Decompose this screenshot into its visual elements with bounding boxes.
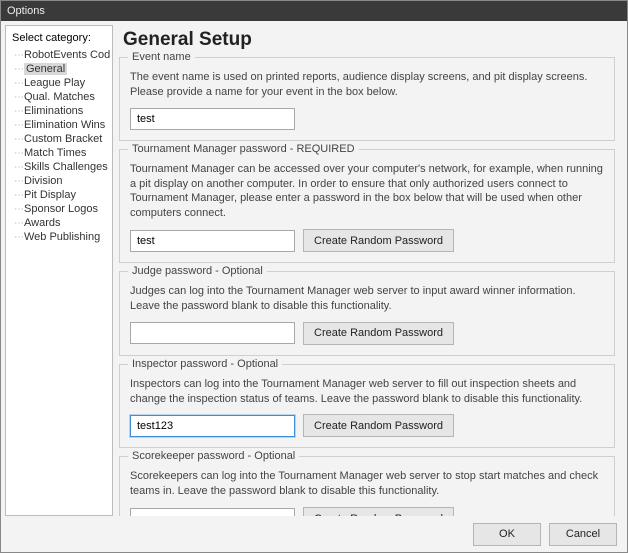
category-item[interactable]: ⋯Qual. Matches xyxy=(8,90,110,104)
group-scorekeeper-password-desc: Scorekeepers can log into the Tournament… xyxy=(130,469,604,499)
category-item[interactable]: ⋯RobotEvents Code xyxy=(8,48,110,62)
judge-password-input[interactable] xyxy=(130,322,295,344)
main-panel: General Setup Event name The event name … xyxy=(117,25,623,516)
judge-password-random-button[interactable]: Create Random Password xyxy=(303,322,454,345)
category-item-label: Elimination Wins xyxy=(24,119,105,131)
tm-password-random-button[interactable]: Create Random Password xyxy=(303,229,454,252)
tree-branch-icon: ⋯ xyxy=(14,190,24,201)
group-event-name: Event name The event name is used on pri… xyxy=(119,57,615,141)
scorekeeper-password-input[interactable] xyxy=(130,508,295,516)
group-tm-password: Tournament Manager password - REQUIRED T… xyxy=(119,149,615,263)
category-item-label: Web Publishing xyxy=(24,231,100,243)
cancel-button[interactable]: Cancel xyxy=(549,523,617,546)
category-item-label: Awards xyxy=(24,217,60,229)
category-item[interactable]: ⋯Custom Bracket xyxy=(8,132,110,146)
category-tree: ⋯RobotEvents Code⋯General⋯League Play⋯Qu… xyxy=(8,48,110,511)
tree-branch-icon: ⋯ xyxy=(14,218,24,229)
tree-branch-icon: ⋯ xyxy=(14,92,24,103)
tm-password-input[interactable] xyxy=(130,230,295,252)
group-judge-password-desc: Judges can log into the Tournament Manag… xyxy=(130,284,604,314)
window-titlebar: Options xyxy=(1,1,627,21)
tree-branch-icon: ⋯ xyxy=(14,106,24,117)
category-item-label: Pit Display xyxy=(24,189,76,201)
group-tm-password-title: Tournament Manager password - REQUIRED xyxy=(128,143,359,155)
options-window: Options Select category: ⋯RobotEvents Co… xyxy=(0,0,628,553)
category-item[interactable]: ⋯Sponsor Logos xyxy=(8,202,110,216)
window-title: Options xyxy=(7,5,45,17)
group-inspector-password: Inspector password - Optional Inspectors… xyxy=(119,364,615,449)
category-item[interactable]: ⋯League Play xyxy=(8,76,110,90)
tree-branch-icon: ⋯ xyxy=(14,162,24,173)
inspector-password-input[interactable] xyxy=(130,415,295,437)
page-title: General Setup xyxy=(123,29,615,51)
category-item-label: Custom Bracket xyxy=(24,133,102,145)
tree-branch-icon: ⋯ xyxy=(14,204,24,215)
sidebar-title: Select category: xyxy=(8,30,110,48)
event-name-input[interactable] xyxy=(130,108,295,130)
group-event-name-title: Event name xyxy=(128,51,195,63)
group-inspector-password-desc: Inspectors can log into the Tournament M… xyxy=(130,377,604,407)
window-body: Select category: ⋯RobotEvents Code⋯Gener… xyxy=(1,21,627,516)
tree-branch-icon: ⋯ xyxy=(14,176,24,187)
category-item[interactable]: ⋯Elimination Wins xyxy=(8,118,110,132)
category-item-label: Division xyxy=(24,175,63,187)
category-sidebar: Select category: ⋯RobotEvents Code⋯Gener… xyxy=(5,25,113,516)
category-item[interactable]: ⋯Awards xyxy=(8,216,110,230)
category-item[interactable]: ⋯Eliminations xyxy=(8,104,110,118)
category-item[interactable]: ⋯Match Times xyxy=(8,146,110,160)
category-item[interactable]: ⋯Web Publishing xyxy=(8,230,110,244)
category-item[interactable]: ⋯Pit Display xyxy=(8,188,110,202)
scorekeeper-password-random-button[interactable]: Create Random Password xyxy=(303,507,454,516)
group-scorekeeper-password-title: Scorekeeper password - Optional xyxy=(128,450,299,462)
category-item-label: Eliminations xyxy=(24,105,83,117)
category-item[interactable]: ⋯Skills Challenges xyxy=(8,160,110,174)
tree-branch-icon: ⋯ xyxy=(14,50,24,61)
group-tm-password-desc: Tournament Manager can be accessed over … xyxy=(130,162,604,221)
group-event-name-desc: The event name is used on printed report… xyxy=(130,70,604,100)
group-judge-password-title: Judge password - Optional xyxy=(128,265,267,277)
ok-button[interactable]: OK xyxy=(473,523,541,546)
group-judge-password: Judge password - Optional Judges can log… xyxy=(119,271,615,356)
category-item[interactable]: ⋯General xyxy=(8,62,110,76)
tree-branch-icon: ⋯ xyxy=(14,120,24,131)
tree-branch-icon: ⋯ xyxy=(14,134,24,145)
group-scorekeeper-password: Scorekeeper password - Optional Scorekee… xyxy=(119,456,615,516)
group-inspector-password-title: Inspector password - Optional xyxy=(128,358,282,370)
category-item-label: Qual. Matches xyxy=(24,91,95,103)
category-item-label: Match Times xyxy=(24,147,86,159)
tree-branch-icon: ⋯ xyxy=(14,64,24,75)
tree-branch-icon: ⋯ xyxy=(14,148,24,159)
tree-branch-icon: ⋯ xyxy=(14,232,24,243)
category-item-label: Skills Challenges xyxy=(24,161,108,173)
category-item-label: RobotEvents Code xyxy=(24,49,110,61)
category-item[interactable]: ⋯Division xyxy=(8,174,110,188)
dialog-footer: OK Cancel xyxy=(1,516,627,552)
category-item-label: General xyxy=(24,63,67,75)
category-item-label: Sponsor Logos xyxy=(24,203,98,215)
inspector-password-random-button[interactable]: Create Random Password xyxy=(303,414,454,437)
tree-branch-icon: ⋯ xyxy=(14,78,24,89)
category-item-label: League Play xyxy=(24,77,85,89)
